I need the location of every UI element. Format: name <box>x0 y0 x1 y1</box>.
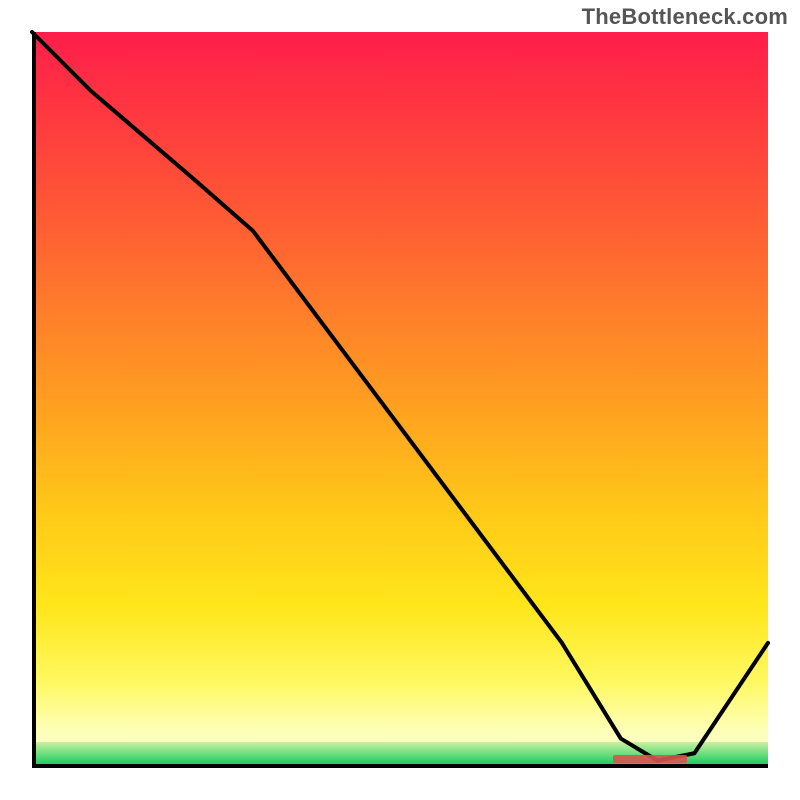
chart-container: TheBottleneck.com <box>0 0 800 800</box>
bottleneck-curve <box>32 32 768 761</box>
optimal-range-marker <box>613 755 687 763</box>
curve-layer <box>32 32 768 768</box>
watermark-text: TheBottleneck.com <box>582 4 788 30</box>
plot-area <box>32 32 768 768</box>
